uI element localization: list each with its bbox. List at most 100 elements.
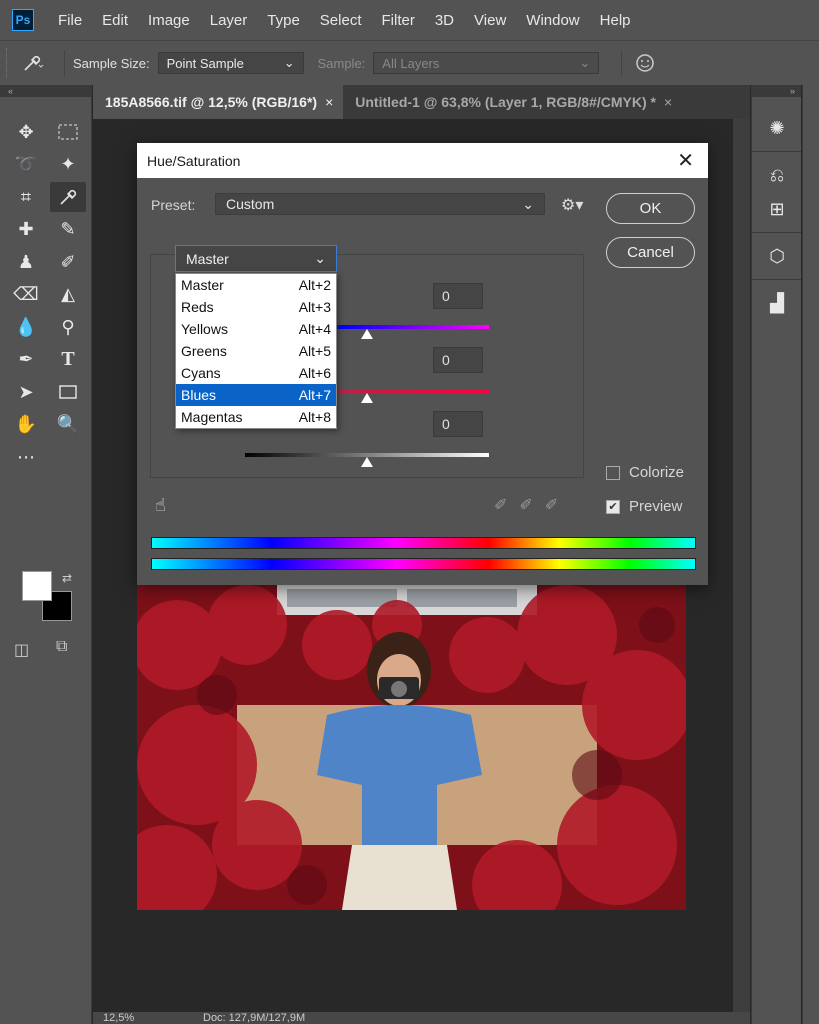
menu-image[interactable]: Image bbox=[148, 12, 190, 29]
hue-slider-thumb[interactable] bbox=[361, 329, 373, 339]
photoshop-logo: Ps bbox=[12, 9, 34, 31]
hand-tool-icon[interactable]: ✋ bbox=[8, 410, 44, 440]
chevron-down-icon: ⌄ bbox=[314, 250, 326, 266]
tools-panel: « ✥ ➰ ✦ ⌗ ✚ ✎ ♟ ✐ ⌫ ◭ 💧 ⚲ ✒ T ➤ ✋ 🔍 ⋯ ⇄ … bbox=[0, 85, 92, 1024]
menu-select[interactable]: Select bbox=[320, 12, 362, 29]
menu-layer[interactable]: Layer bbox=[210, 12, 248, 29]
close-icon[interactable]: ✕ bbox=[677, 148, 694, 173]
menu-file[interactable]: File bbox=[58, 12, 82, 29]
targeted-adjustment-hand-icon[interactable]: ☝ bbox=[155, 495, 166, 516]
eyedropper-tool-icon[interactable] bbox=[50, 182, 86, 212]
menu-3d[interactable]: 3D bbox=[435, 12, 454, 29]
swap-colors-icon[interactable]: ⇄ bbox=[62, 571, 72, 585]
collapse-icon[interactable]: » bbox=[752, 85, 801, 97]
marquee-tool-icon[interactable] bbox=[50, 117, 86, 147]
clone-stamp-icon[interactable]: ♟ bbox=[8, 247, 44, 277]
channel-option-blues[interactable]: Blues Alt+7 bbox=[176, 384, 336, 406]
blur-tool-icon[interactable]: 💧 bbox=[8, 312, 44, 342]
eyedropper-tool-preset-icon[interactable] bbox=[10, 48, 56, 78]
navigator-icon[interactable]: ✺ bbox=[752, 111, 802, 145]
lightness-input[interactable]: 0 bbox=[433, 411, 483, 437]
tab-document-2[interactable]: Untitled-1 @ 63,8% (Layer 1, RGB/8#/CMYK… bbox=[343, 85, 682, 119]
healing-brush-icon[interactable]: ✚ bbox=[8, 215, 44, 245]
sample-select[interactable]: All Layers ⌄ bbox=[373, 52, 600, 74]
lasso-tool-icon[interactable]: ➰ bbox=[8, 150, 44, 180]
channel-select[interactable]: Master ⌄ bbox=[175, 245, 337, 272]
preview-checkbox[interactable]: ✔ Preview bbox=[606, 498, 682, 515]
output-color-bar bbox=[151, 558, 696, 570]
dodge-tool-icon[interactable]: ⚲ bbox=[50, 312, 86, 342]
channel-shortcut: Alt+5 bbox=[298, 343, 331, 359]
rectangle-tool-icon[interactable] bbox=[50, 377, 86, 407]
3d-cube-icon[interactable]: ⬡ bbox=[752, 239, 802, 273]
colorize-check-box[interactable] bbox=[606, 465, 620, 480]
saturation-slider-thumb[interactable] bbox=[361, 393, 373, 403]
close-icon[interactable]: × bbox=[325, 94, 333, 110]
eyedropper-plus-icon[interactable]: ✐ bbox=[519, 495, 532, 515]
brush-tool-icon[interactable]: ✎ bbox=[50, 215, 86, 245]
saturation-input[interactable]: 0 bbox=[433, 347, 483, 373]
eyedropper-minus-icon[interactable]: ✐ bbox=[545, 495, 558, 515]
preset-label: Preset: bbox=[151, 197, 196, 213]
dialog-titlebar[interactable]: Hue/Saturation ✕ bbox=[137, 143, 708, 178]
cancel-button[interactable]: Cancel bbox=[606, 237, 695, 268]
preset-select[interactable]: Custom ⌄ bbox=[215, 193, 545, 215]
path-selection-icon[interactable]: ➤ bbox=[8, 377, 44, 407]
menu-help[interactable]: Help bbox=[600, 12, 631, 29]
channel-value: Master bbox=[186, 250, 229, 267]
sampling-ring-icon[interactable] bbox=[630, 48, 660, 78]
sample-label: Sample: bbox=[317, 55, 366, 71]
crop-tool-icon[interactable]: ⌗ bbox=[8, 182, 44, 212]
channel-option-yellows[interactable]: Yellows Alt+4 bbox=[176, 318, 336, 340]
sample-size-select[interactable]: Point Sample ⌄ bbox=[157, 52, 304, 74]
options-separator bbox=[621, 50, 623, 76]
preview-check-box[interactable]: ✔ bbox=[606, 499, 620, 514]
menu-view[interactable]: View bbox=[474, 12, 506, 29]
document-tabs: 185A8566.tif @ 12,5% (RGB/16*) × Untitle… bbox=[93, 85, 750, 119]
channel-option-greens[interactable]: Greens Alt+5 bbox=[176, 340, 336, 362]
channel-option-magentas[interactable]: Magentas Alt+8 bbox=[176, 406, 336, 428]
channel-shortcut: Alt+7 bbox=[298, 387, 331, 403]
tab-document-1[interactable]: 185A8566.tif @ 12,5% (RGB/16*) × bbox=[93, 85, 344, 119]
channel-option-cyans[interactable]: Cyans Alt+6 bbox=[176, 362, 336, 384]
properties-icon[interactable]: ⊞ bbox=[752, 192, 802, 226]
channel-option-master[interactable]: Master Alt+2 bbox=[176, 274, 336, 296]
magic-wand-tool-icon[interactable]: ✦ bbox=[50, 150, 86, 180]
menu-window[interactable]: Window bbox=[526, 12, 579, 29]
pen-tool-icon[interactable]: ✒ bbox=[8, 345, 44, 375]
move-tool-icon[interactable]: ✥ bbox=[8, 117, 44, 147]
close-icon[interactable]: × bbox=[664, 94, 672, 110]
colorize-checkbox[interactable]: Colorize bbox=[606, 464, 684, 481]
hue-input[interactable]: 0 bbox=[433, 283, 483, 309]
quick-mask-icon[interactable]: ◫ bbox=[14, 640, 29, 660]
gear-icon[interactable]: ⚙▾ bbox=[561, 195, 583, 215]
histogram-icon[interactable]: ▟ bbox=[752, 286, 802, 320]
menu-edit[interactable]: Edit bbox=[102, 12, 128, 29]
eraser-tool-icon[interactable]: ⌫ bbox=[8, 280, 44, 310]
status-bar: 12,5% Doc: 127,9M/127,9M bbox=[93, 1012, 750, 1024]
channel-name: Yellows bbox=[181, 321, 228, 337]
menu-filter[interactable]: Filter bbox=[382, 12, 415, 29]
history-brush-icon[interactable]: ✐ bbox=[50, 247, 86, 277]
vertical-scrollbar[interactable] bbox=[733, 119, 750, 1012]
channel-option-reds[interactable]: Reds Alt+3 bbox=[176, 296, 336, 318]
channel-shortcut: Alt+4 bbox=[298, 321, 331, 337]
screen-mode-icon[interactable]: ⧉ bbox=[56, 638, 67, 656]
paint-bucket-icon[interactable]: ◭ bbox=[50, 280, 86, 310]
document-image[interactable] bbox=[137, 585, 686, 910]
history-icon[interactable]: ⎌ bbox=[752, 158, 802, 192]
lightness-slider-thumb[interactable] bbox=[361, 457, 373, 467]
ok-button[interactable]: OK bbox=[606, 193, 695, 224]
type-tool-icon[interactable]: T bbox=[50, 345, 86, 375]
zoom-level[interactable]: 12,5% bbox=[103, 1012, 134, 1024]
channel-name: Blues bbox=[181, 387, 217, 403]
menu-type[interactable]: Type bbox=[267, 12, 300, 29]
options-separator bbox=[64, 50, 65, 76]
foreground-color-swatch[interactable] bbox=[22, 571, 52, 601]
zoom-tool-icon[interactable]: 🔍 bbox=[50, 410, 86, 440]
more-tools-icon[interactable]: ⋯ bbox=[8, 442, 44, 472]
chevron-down-icon: ⌄ bbox=[283, 55, 295, 70]
collapse-icon[interactable]: « bbox=[0, 85, 91, 97]
eyedropper-icon[interactable]: ✐ bbox=[494, 495, 507, 515]
channel-name: Reds bbox=[181, 299, 214, 315]
